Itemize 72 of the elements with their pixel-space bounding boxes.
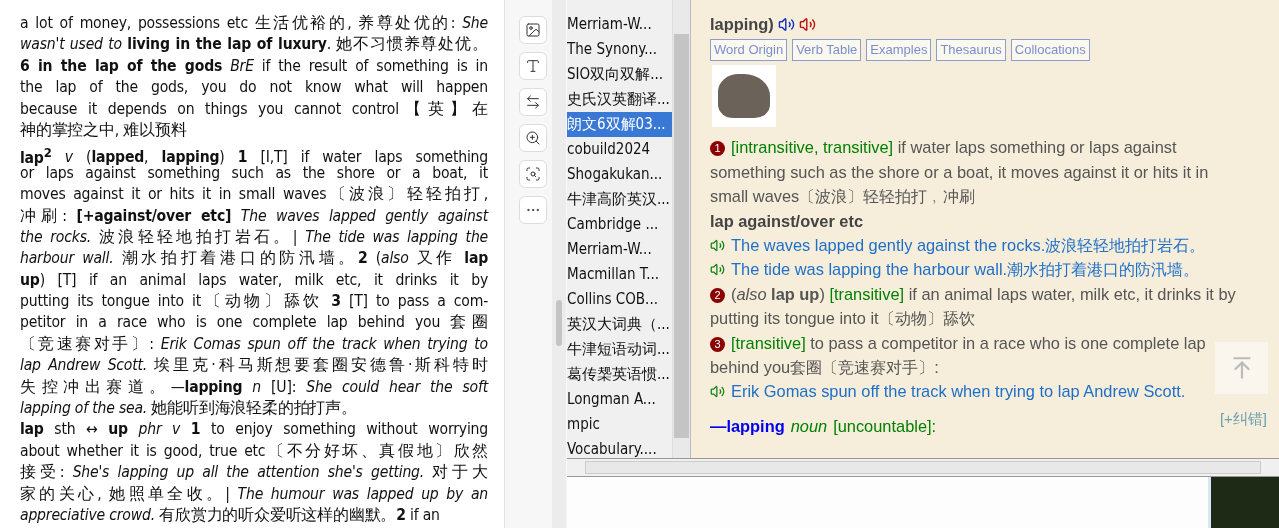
dictionary-item[interactable]: mpic (567, 412, 672, 437)
dictionary-item[interactable]: Merriam-W... (567, 12, 672, 37)
speaker-icon[interactable] (710, 262, 725, 278)
dictionary-item[interactable]: 朗文6双解03... (567, 112, 672, 137)
example-text: Erik Gomas spun off the track when trying to lap Andrew Scott. (731, 381, 1186, 403)
document-text-line: a lot of money, possessions etc 生活优裕的, 养尊处优的: She (20, 13, 488, 34)
scrollbar-thumb[interactable] (556, 300, 562, 346)
dictionary-item[interactable]: Macmillan T... (567, 262, 672, 287)
dictionary-item[interactable]: Longman A... (567, 387, 672, 412)
scrollbar-thumb[interactable] (674, 34, 689, 438)
document-text-line: 接受: She's lapping up all the attention she's getting. 对于大 (20, 462, 488, 484)
tool-button[interactable] (519, 160, 547, 188)
text-icon (525, 58, 541, 74)
document-text-line: appreciative crowd. 有欣赏力的听众爱听这样的幽默。2 if an (20, 505, 441, 526)
tool-button[interactable] (519, 16, 547, 44)
tool-button[interactable] (519, 52, 547, 80)
dictionary-item[interactable]: Shogakukan... (567, 162, 672, 187)
dictionary-item[interactable]: SIO双向双解... (567, 62, 672, 87)
tool-button[interactable] (519, 88, 547, 116)
speaker-icon[interactable] (798, 15, 816, 33)
document-text-line: 家的关心, 她照单全收。| The humour was lapped up by an (20, 483, 488, 505)
dictionary-item[interactable]: cobuild2024 (567, 137, 672, 162)
example-text: The waves lapped gently against the rocks.波浪轻轻地拍打岩石。 (731, 235, 1206, 257)
document-text-line: 失控冲出赛道。—lapping n [U]: She could hear the soft (20, 376, 488, 398)
document-text-line: the lap of the gods, you do not know what will happen (20, 77, 488, 99)
document-text-line: because it depends on things you cannot control【英】在 (20, 98, 488, 120)
document-text-line: lap Andrew Scott. 埃里克·科马斯想要套圈安德鲁·斯科特时 (20, 355, 488, 377)
document-text-line: lapping of the sea. 她能听到海浪轻柔的拍打声。 (20, 398, 358, 420)
headword-text: lapping) (710, 14, 774, 35)
document-text-line: up) [T] if an animal laps water, milk etc, it drinks it by (20, 269, 488, 291)
dictionary-item[interactable]: 史氏汉英翻译... (567, 87, 672, 112)
document-text-line: 6 in the lap of the gods BrE if the result of something is in (20, 55, 488, 77)
document-text-line: 冲刷: [+against/over etc] The waves lapped gently against (20, 205, 488, 227)
dictionary-item[interactable]: Cambridge ... (567, 212, 672, 237)
image-icon (525, 22, 541, 38)
document-text-line: putting its tongue into it〔动物〕舔饮 3 [T] to pass a com- (20, 291, 488, 313)
dictionary-item[interactable]: Vocabulary.... (567, 437, 672, 458)
dictionary-item[interactable]: 牛津短语动词... (567, 337, 672, 362)
document-text-line: about whether it is good, true etc〔不分好坏、真假地〕欣然 (20, 440, 488, 462)
dictionary-item[interactable]: Collins COB... (567, 287, 672, 312)
photo-placeholder (1211, 477, 1279, 528)
document-text-line: petitor in a race who is one complete lap behind you 套圈 (20, 312, 488, 334)
grammar-label: [uncountable]: (833, 415, 937, 437)
tool-button[interactable] (519, 124, 547, 152)
zoom-in-icon (525, 130, 541, 146)
document-text-line: harbour wall. 潮水拍打着港口的防汛墙。2 (also 又作 lap (20, 248, 488, 270)
document-text-line: wasn't used to living in the lap of luxury. 她不习惯养尊处优。 (20, 34, 488, 56)
pattern-text: lap against/over etc (710, 210, 865, 232)
example-text: The tide was lapping the harbour wall.潮水拍打着港口的防汛墙。 (731, 259, 1200, 281)
scrollbar[interactable] (672, 0, 690, 458)
definition-text: 1 [intransitive, transitive] if water laps something or laps against something such as the shore or a boat, it moves against it or hits it in small waves〔波浪〕轻轻拍打﹐冲刷 (710, 137, 1210, 208)
swap-icon (525, 94, 541, 110)
photo-placeholder (712, 65, 776, 128)
dictionary-item[interactable]: 葛传椝英语惯... (567, 362, 672, 387)
scrollbar-thumb[interactable] (585, 461, 1261, 474)
speaker-icon[interactable] (710, 237, 725, 253)
document-text-line: moves against it or hits it in small waves〔波浪〕轻轻拍打, (20, 184, 488, 206)
document-text-line: 神的掌控之中, 难以预料 (20, 119, 188, 141)
document-text-line: the rocks. 波浪轻轻地拍打岩石。| The tide was lapping the (20, 226, 488, 248)
dictionary-item[interactable]: 牛津高阶英汉... (567, 187, 672, 212)
part-of-speech: noun (790, 415, 828, 437)
speaker-icon[interactable] (710, 384, 725, 400)
document-text-line: lap sth ↔ up phr v 1 to enjoy something without worrying (20, 419, 488, 441)
scan-icon (525, 166, 541, 182)
dictionary-item[interactable]: The Synony... (567, 37, 672, 62)
horizontal-scrollbar[interactable] (567, 458, 1279, 477)
scrollbar[interactable] (552, 0, 566, 528)
derived-word: —lapping (710, 415, 785, 437)
document-text-line: 〔竞速赛对手〕: Erik Comas spun off the track when trying to (20, 333, 488, 355)
speaker-icon[interactable] (777, 15, 795, 33)
dictionary-item[interactable]: Merriam-W... (567, 237, 672, 262)
dictionary-item[interactable]: 英汉大词典（... (567, 312, 672, 337)
